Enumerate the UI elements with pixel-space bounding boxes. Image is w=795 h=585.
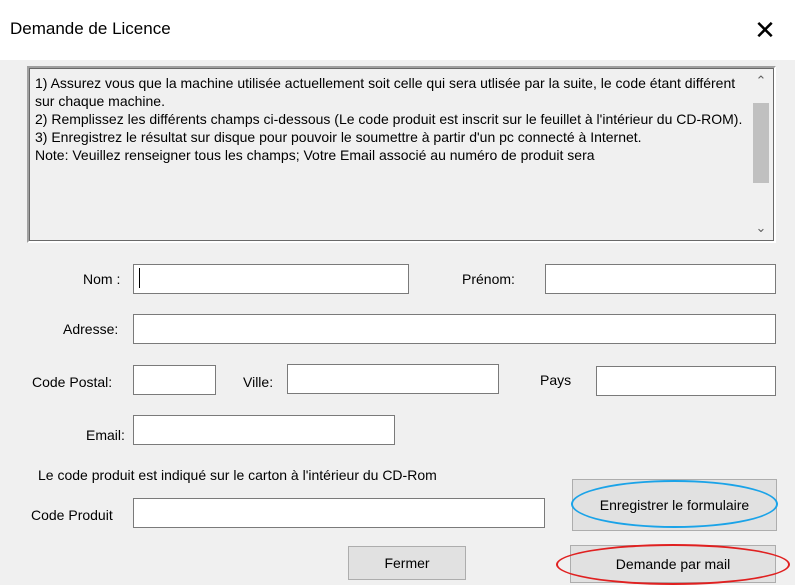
window-title: Demande de Licence <box>10 19 171 38</box>
save-form-button[interactable]: Enregistrer le formulaire <box>572 479 777 531</box>
code-postal-input[interactable] <box>133 365 216 395</box>
ville-input[interactable] <box>287 364 499 394</box>
scroll-up-icon[interactable]: ⌃ <box>751 71 771 91</box>
nom-input[interactable] <box>133 264 409 294</box>
email-input[interactable] <box>133 415 395 445</box>
instructions-text: 1) Assurez vous que la machine utilisée … <box>35 75 743 163</box>
scroll-thumb[interactable] <box>753 103 769 183</box>
ville-label: Ville: <box>243 374 274 390</box>
prenom-label: Prénom: <box>462 271 515 287</box>
instructions-textbox[interactable]: 1) Assurez vous que la machine utilisée … <box>27 66 776 243</box>
close-icon[interactable]: ✕ <box>735 0 795 60</box>
code-postal-label: Code Postal: <box>32 374 113 390</box>
email-label: Email: <box>86 427 125 443</box>
nom-label: Nom : <box>83 271 121 287</box>
close-button[interactable]: Fermer <box>348 546 466 580</box>
pays-label: Pays <box>540 372 572 388</box>
adresse-input[interactable] <box>133 314 776 344</box>
scroll-down-icon[interactable]: ⌄ <box>751 218 771 238</box>
mail-request-button[interactable]: Demande par mail <box>570 545 776 583</box>
code-produit-input[interactable] <box>133 498 545 528</box>
pays-input[interactable] <box>596 366 776 396</box>
prenom-input[interactable] <box>545 264 776 294</box>
vertical-scrollbar[interactable]: ⌃ ⌄ <box>751 71 771 238</box>
text-caret <box>139 268 140 288</box>
title-bar: Demande de Licence ✕ <box>0 0 795 60</box>
code-produit-label: Code Produit <box>31 507 113 523</box>
product-code-hint: Le code produit est indiqué sur le carto… <box>38 467 437 483</box>
adresse-label: Adresse: <box>63 321 119 337</box>
